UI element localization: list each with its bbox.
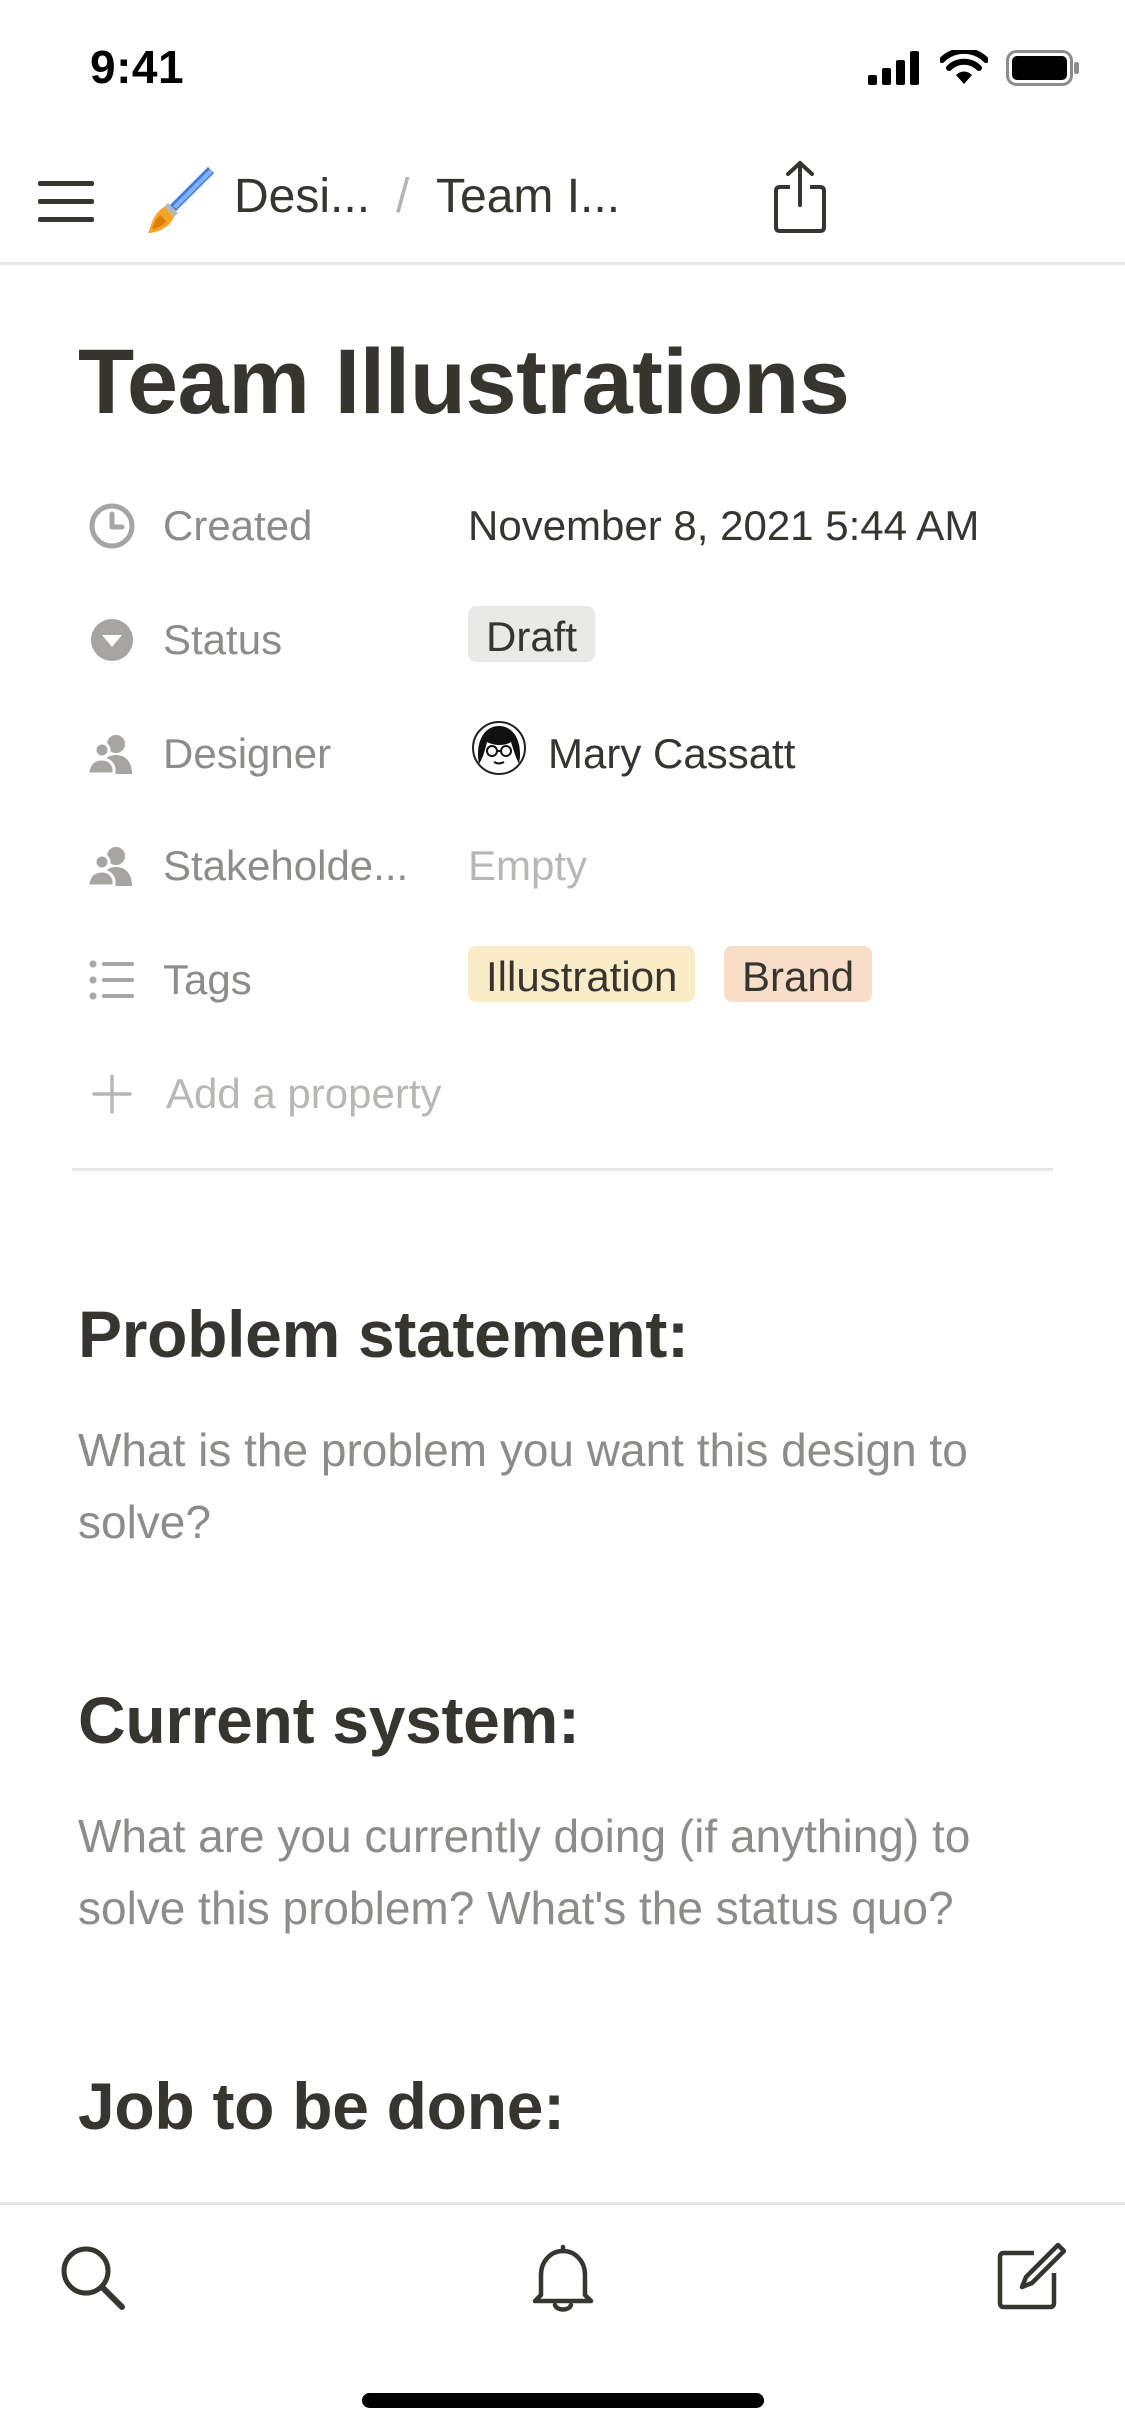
section-heading[interactable]: Current system: (78, 1682, 580, 1758)
property-label: Designer (163, 730, 332, 777)
property-label: Tags (163, 956, 252, 1003)
avatar[interactable] (471, 720, 527, 776)
search-icon[interactable] (56, 2241, 128, 2313)
property-created[interactable]: Created November 8, 2021 5:44 AM (86, 484, 1066, 564)
designer-name[interactable]: Mary Cassatt (548, 730, 795, 778)
status-icons (868, 48, 1080, 88)
section-heading[interactable]: Job to be done: (78, 2068, 565, 2144)
status-time: 9:41 (90, 41, 185, 93)
section-placeholder-text[interactable]: What are you currently doing (if anythin… (78, 1800, 1058, 1944)
add-property-button[interactable]: Add a property (86, 1052, 1066, 1132)
stakeholders-empty-value[interactable]: Empty (468, 842, 587, 890)
battery-icon (1006, 50, 1079, 86)
page-title[interactable]: Team Illustrations (78, 330, 850, 435)
section-heading[interactable]: Problem statement: (78, 1296, 689, 1372)
person-icon (86, 735, 132, 776)
property-label: Stakeholde... (163, 842, 409, 889)
bell-icon[interactable] (527, 2241, 599, 2313)
wifi-icon (940, 50, 988, 84)
person-icon (86, 847, 132, 888)
hamburger-menu-icon[interactable] (38, 177, 94, 227)
properties-divider (72, 1168, 1053, 1171)
breadcrumb-separator: / (396, 170, 410, 223)
breadcrumb-current[interactable]: Team I... (436, 169, 620, 224)
created-date: November 8, 2021 5:44 AM (468, 502, 980, 549)
notion-page-screen: 9:41 Desi... / Team I... Team Illustrati… (0, 0, 1125, 2436)
breadcrumb-parent[interactable]: Desi... (234, 169, 370, 224)
property-label: Created (163, 502, 313, 549)
list-icon (89, 960, 134, 1000)
paintbrush-emoji-icon[interactable] (146, 163, 216, 235)
tag-illustration[interactable]: Illustration (468, 946, 696, 1002)
section-placeholder-text[interactable]: What is the problem you want this design… (78, 1414, 1058, 1558)
plus-icon (92, 1074, 132, 1114)
cellular-signal-icon (868, 51, 919, 85)
compose-icon[interactable] (994, 2241, 1066, 2313)
property-status[interactable]: Status Draft (86, 598, 1066, 678)
tag-brand[interactable]: Brand (724, 946, 873, 1002)
status-badge[interactable]: Draft (468, 606, 596, 662)
property-designer[interactable]: Designer Mary Cassatt (86, 712, 1066, 792)
property-stakeholders[interactable]: Stakeholde... Empty (86, 824, 1066, 904)
property-tags[interactable]: Tags Illustration Brand (86, 938, 1066, 1018)
status-dropdown-icon (91, 619, 133, 661)
top-navigation: Desi... / Team I... (0, 135, 1125, 265)
home-indicator[interactable] (362, 2393, 764, 2408)
status-bar: 9:41 (0, 0, 1125, 135)
share-icon[interactable] (770, 159, 830, 235)
add-property-label: Add a property (166, 1070, 442, 1117)
property-label: Status (163, 616, 283, 663)
clock-icon (89, 503, 135, 549)
